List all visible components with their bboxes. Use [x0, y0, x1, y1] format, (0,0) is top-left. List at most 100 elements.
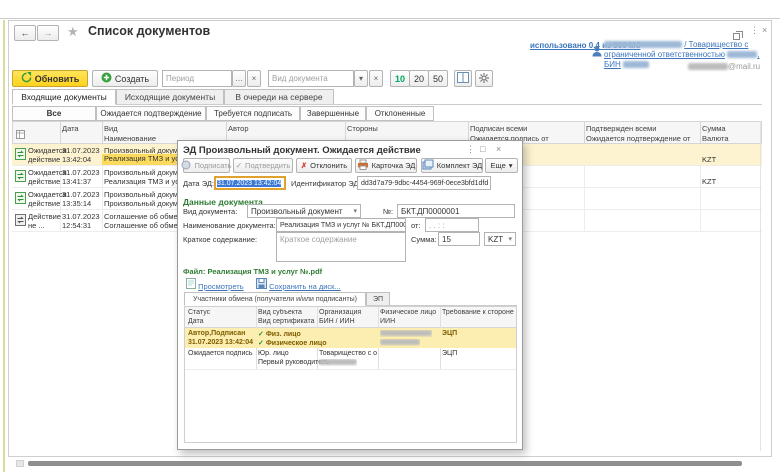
number-input[interactable]: БКТ.ДП0000001 — [397, 204, 515, 218]
stack-icon — [422, 159, 434, 172]
ed-kit-button[interactable]: Комплект ЭД — [421, 158, 483, 173]
doctype-input[interactable]: Вид документа — [268, 70, 354, 87]
col-author[interactable]: Автор — [228, 124, 249, 133]
user-icon — [592, 44, 602, 62]
participant-row[interactable]: Автор,Подписан 31.07.2023 13:42:04 ✓ Физ… — [185, 328, 516, 348]
horizontal-scrollbar-thumb[interactable] — [28, 461, 742, 466]
left-accent-line — [3, 20, 5, 472]
tab-signature[interactable]: ЭП — [366, 292, 390, 306]
list-view-button[interactable] — [454, 70, 472, 87]
favorite-star-icon[interactable]: ★ — [67, 24, 79, 40]
row-status2: действие — [28, 155, 60, 164]
dialog-menu-icon[interactable]: ⋮ — [466, 145, 475, 154]
columns-icon — [457, 72, 469, 85]
reject-button[interactable]: ✗ Отклонить — [296, 158, 352, 173]
check-icon: ✓ — [236, 161, 242, 170]
tab-queue[interactable]: В очереди на сервере — [224, 89, 334, 105]
doc-name-input[interactable]: Реализация ТМЗ и услуг № БКТ.ДП0000001 о… — [276, 218, 406, 232]
reject-icon: ✗ — [301, 161, 307, 170]
save-icon — [256, 282, 267, 291]
row-status: Действие — [28, 212, 61, 221]
participant-row[interactable]: Ожидается подпись Юр. лицо Первый руково… — [185, 348, 516, 370]
doc-exchange-icon — [15, 148, 26, 162]
window-close-icon[interactable]: × — [762, 26, 767, 35]
more-button[interactable]: Еще▾ — [485, 158, 518, 173]
page-size-50-button[interactable]: 50 — [428, 70, 448, 87]
filter-need-sign[interactable]: Требуется подписать — [206, 106, 300, 121]
col-confirmed-all[interactable]: Подтвержден всеми — [586, 124, 656, 133]
pcol-date[interactable]: Дата — [188, 318, 204, 325]
settings-button[interactable] — [475, 70, 493, 87]
row-time: 13:41:37 — [62, 177, 91, 186]
doctype-clear-button[interactable]: × — [369, 70, 383, 87]
pcol-bin[interactable]: БИН / ИИН — [319, 318, 355, 325]
from-date-input[interactable]: . . : : — [425, 218, 479, 232]
tab-participants[interactable]: Участники обмена (получатели и/или подпи… — [184, 292, 366, 306]
col-awaiting-confirm[interactable]: Ожидается подтверждение от — [586, 134, 690, 143]
filter-declined[interactable]: Отклоненные — [366, 106, 434, 121]
scroll-left-button[interactable] — [16, 460, 24, 467]
save-to-disk-link[interactable]: Сохранить на диск... — [256, 278, 341, 291]
page-size-20-button[interactable]: 20 — [409, 70, 429, 87]
refresh-button[interactable]: Обновить — [12, 70, 88, 87]
doc-name-label: Наименование документа: — [183, 221, 276, 230]
amount-input[interactable]: 15 — [438, 232, 480, 246]
filter-all[interactable]: Все — [12, 106, 96, 121]
ed-id-input[interactable]: dd3d7a79-9dbc-4454-969f-0ece3bfd1dfd — [357, 176, 491, 190]
ed-document-dialog: ЭД Произвольный документ. Ожидается дейс… — [177, 140, 523, 450]
dialog-maximize-icon[interactable]: □ — [480, 145, 485, 154]
row-time: 12:54:31 — [62, 221, 91, 230]
summary-textarea[interactable]: Краткое содержание — [276, 232, 406, 262]
window-menu-icon[interactable]: ⋮ — [750, 26, 759, 35]
forward-button[interactable]: → — [37, 25, 59, 41]
period-clear-button[interactable]: × — [247, 70, 261, 87]
confirm-button[interactable]: ✓ Подтвердить — [233, 158, 293, 173]
dialog-title: ЭД Произвольный документ. Ожидается дейс… — [183, 145, 421, 156]
filter-completed[interactable]: Завершенные — [300, 106, 366, 121]
doctype-dropdown-button[interactable]: ▾ — [354, 70, 368, 87]
pcol-status[interactable]: Статус — [188, 309, 210, 316]
row-date: 31.07.2023 — [62, 168, 100, 177]
col-currency[interactable]: Валюта — [702, 134, 729, 143]
col-parties[interactable]: Стороны — [347, 124, 378, 133]
row-currency: KZT — [702, 177, 716, 186]
sign-button[interactable]: Подписать — [183, 158, 230, 173]
pcol-requirement[interactable]: Требование к стороне — [442, 309, 514, 316]
pcol-subject[interactable]: Вид субъекта — [258, 309, 302, 316]
org-link-part2: ограниченной ответственностью — [604, 50, 725, 59]
col-date[interactable]: Дата — [62, 124, 79, 133]
page-size-10-button[interactable]: 10 — [390, 70, 410, 87]
col-kind[interactable]: Вид — [104, 124, 118, 133]
pcol-org[interactable]: Организация — [319, 309, 361, 316]
pcol-person[interactable]: Физическое лицо — [380, 309, 436, 316]
col-amount[interactable]: Сумма — [702, 124, 726, 133]
col-name[interactable]: Наименование — [104, 134, 156, 143]
view-link[interactable]: Просмотреть — [186, 278, 244, 291]
period-input[interactable]: Период — [162, 70, 232, 87]
tab-incoming[interactable]: Входящие документы — [12, 89, 116, 105]
dropdown-icon: ▾ — [353, 207, 357, 215]
period-picker-button[interactable]: … — [232, 70, 246, 87]
filter-awaiting-confirmation[interactable]: Ожидается подтверждение — [96, 106, 206, 121]
redacted-org-bin — [623, 61, 649, 68]
pcol-iin[interactable]: ИИН — [380, 318, 395, 325]
back-button[interactable]: ← — [14, 25, 36, 41]
table-settings-icon[interactable] — [16, 126, 25, 144]
create-button[interactable]: Создать — [92, 70, 158, 87]
redacted-org-quoted — [727, 51, 757, 58]
kind-combobox[interactable]: Произвольный документ ▾ — [247, 204, 361, 218]
ed-date-input[interactable]: 31.07.2023 13:42:04 — [214, 176, 286, 190]
col-signed-all[interactable]: Подписан всеми — [470, 124, 527, 133]
vertical-scrollbar[interactable] — [760, 121, 761, 451]
seal-icon — [181, 160, 191, 172]
summary-label: Краткое содержание: — [183, 235, 257, 244]
tab-outgoing[interactable]: Исходящие документы — [116, 89, 224, 105]
currency-combobox[interactable]: KZT ▾ — [484, 232, 516, 246]
back-icon: ← — [21, 28, 30, 38]
ed-card-button[interactable]: Карточка ЭД — [355, 158, 417, 173]
row-status: Ожидается — [28, 190, 67, 199]
pcol-cert[interactable]: Вид сертификата — [258, 318, 315, 325]
dialog-close-icon[interactable]: × — [496, 145, 501, 154]
check-icon: ✓ — [258, 340, 264, 347]
row-date: 31.07.2023 — [62, 212, 100, 221]
